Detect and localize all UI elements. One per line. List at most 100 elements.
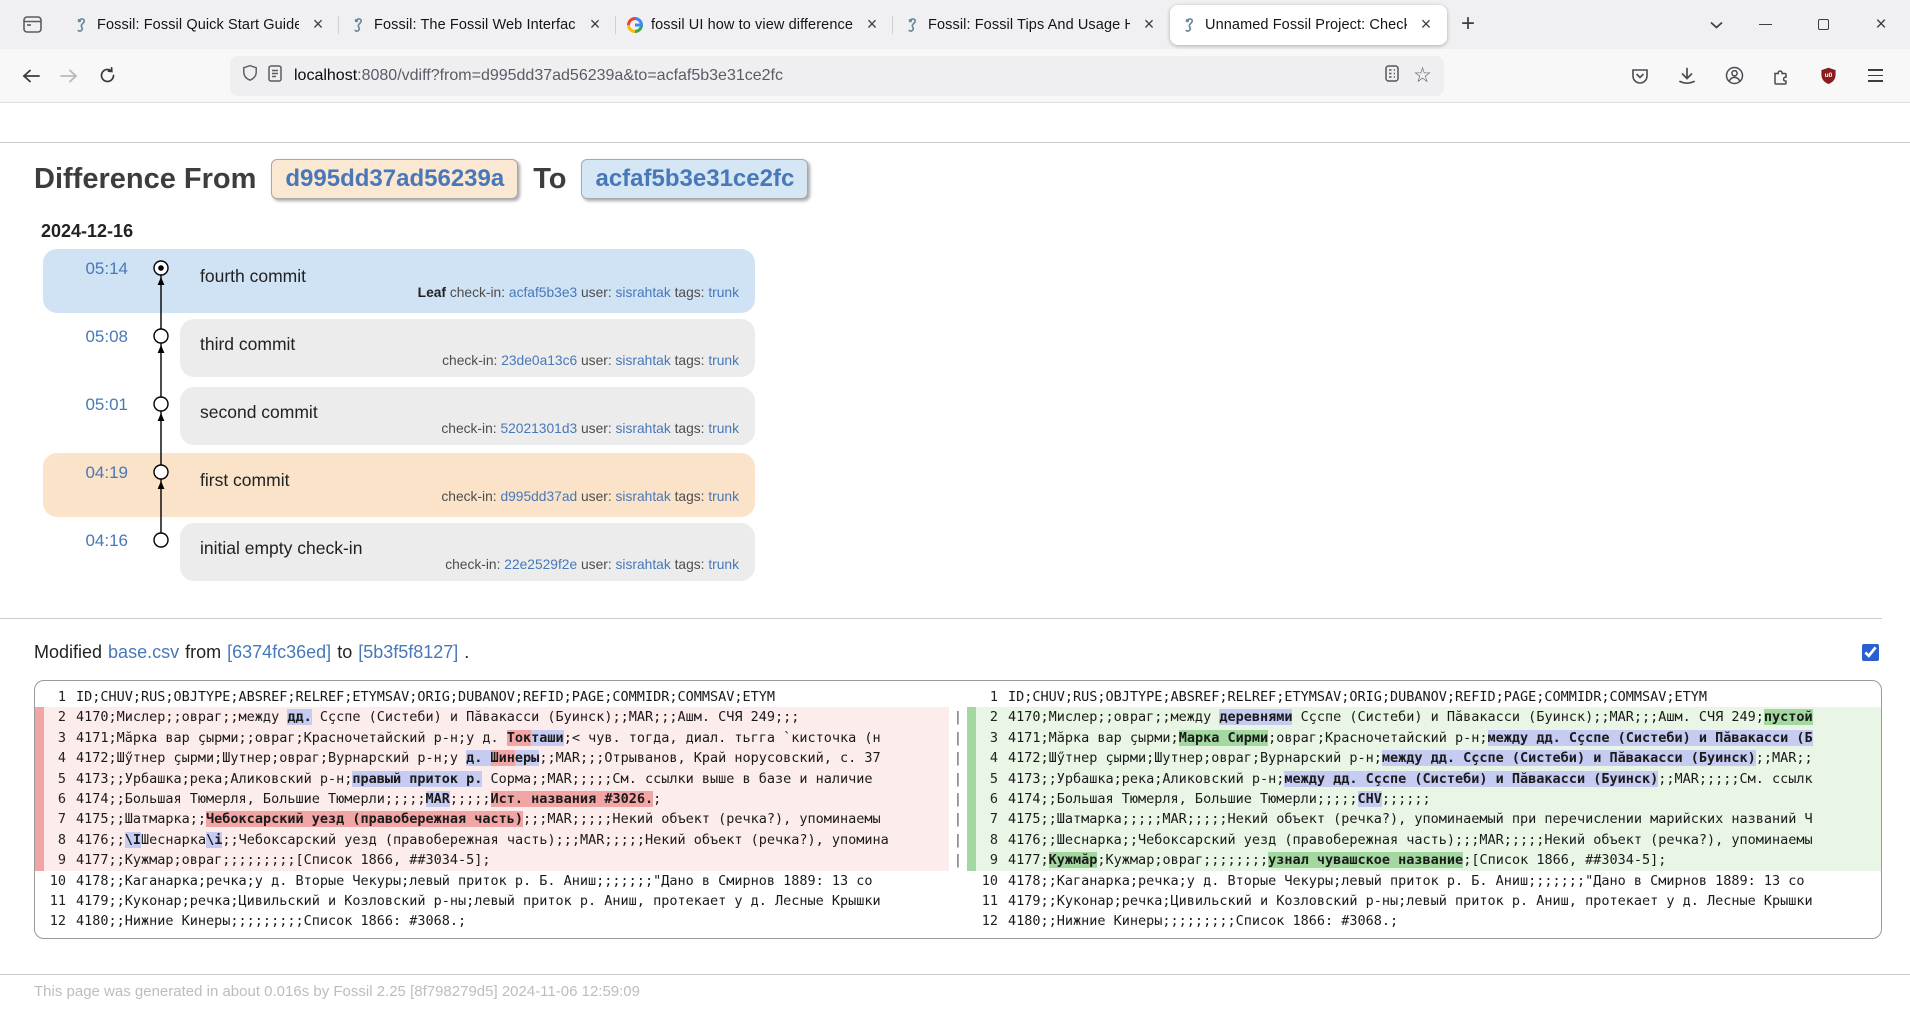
tags-label: tags: bbox=[671, 421, 709, 436]
tab-close-icon[interactable]: × bbox=[861, 14, 883, 36]
section-divider bbox=[0, 618, 1882, 619]
tag-link[interactable]: trunk bbox=[708, 557, 739, 572]
browser-tab-4[interactable]: Fossil: Fossil Tips And Usage Hi× bbox=[893, 5, 1170, 45]
from-hash-link[interactable]: d995dd37ad56239a bbox=[271, 159, 518, 199]
commit-detail: check-in: 22e2529f2e user: sisrahtak tag… bbox=[445, 557, 739, 572]
diff-left-line-9: 94177;;Кужмар;овраг;;;;;;;;;[Список 1866… bbox=[35, 850, 949, 870]
modified-to-word: to bbox=[337, 642, 352, 663]
commit-comment: first commit bbox=[200, 470, 289, 491]
checkin-hash-link[interactable]: 23de0a13c6 bbox=[501, 353, 577, 368]
heading-to-label: To bbox=[533, 163, 566, 196]
leaf-label: Leaf bbox=[418, 285, 450, 300]
line-text: ID;CHUV;RUS;OBJTYPE;ABSREF;RELREF;ETYMSA… bbox=[1008, 687, 1881, 707]
browser-tab-3[interactable]: fossil UI how to view difference × bbox=[616, 5, 893, 45]
tab-close-icon[interactable]: × bbox=[584, 14, 606, 36]
tag-link[interactable]: trunk bbox=[708, 421, 739, 436]
firefox-view-icon[interactable] bbox=[14, 7, 50, 43]
reload-button[interactable] bbox=[88, 57, 126, 95]
new-tab-button[interactable]: + bbox=[1449, 7, 1487, 43]
modified-from-ref-link[interactable]: [6374fc36ed] bbox=[227, 642, 331, 663]
checkin-hash-link[interactable]: 52021301d3 bbox=[500, 421, 577, 436]
tab-close-icon[interactable]: × bbox=[1138, 14, 1160, 36]
diff-left-line-1: 1ID;CHUV;RUS;OBJTYPE;ABSREF;RELREF;ETYMS… bbox=[35, 687, 949, 707]
pocket-icon[interactable] bbox=[1621, 57, 1659, 95]
download-icon[interactable] bbox=[1668, 57, 1706, 95]
timeline-graph[interactable] bbox=[142, 248, 180, 588]
user-label: user: bbox=[577, 353, 615, 368]
list-all-tabs-chevron-icon[interactable] bbox=[1696, 7, 1736, 43]
page-info-icon[interactable] bbox=[268, 65, 282, 87]
url-bar[interactable]: localhost:8080/vdiff?from=d995dd37ad5623… bbox=[230, 56, 1444, 96]
diff-left-pane: 1ID;CHUV;RUS;OBJTYPE;ABSREF;RELREF;ETYMS… bbox=[35, 687, 949, 932]
timeline-row-1: 05:14fourth commitLeaf check-in: acfaf5b… bbox=[37, 248, 1910, 316]
modified-suffix: . bbox=[464, 642, 469, 663]
bookmark-star-icon[interactable]: ☆ bbox=[1413, 63, 1432, 88]
diff-view: 1 ID;CHUV;RUS;OBJTYPE;ABSREF;RELREF;ETYMS… bbox=[34, 680, 1882, 939]
timeline-time-link[interactable]: 05:01 bbox=[37, 384, 142, 452]
checkin-hash-link[interactable]: acfaf5b3e3 bbox=[509, 285, 577, 300]
user-link[interactable]: sisrahtak bbox=[616, 353, 671, 368]
browser-tab-5[interactable]: Unnamed Fossil Project: Check-× bbox=[1170, 5, 1447, 45]
tag-link[interactable]: trunk bbox=[708, 285, 739, 300]
minimize-button[interactable] bbox=[1736, 0, 1794, 49]
checkin-hash-link[interactable]: 22e2529f2e bbox=[504, 557, 577, 572]
diff-left-line-11: 114179;;Куконар;речка;Цивильский и Козло… bbox=[35, 891, 949, 911]
checkin-hash-link[interactable]: d995dd37ad bbox=[500, 489, 577, 504]
modified-from-word: from bbox=[185, 642, 221, 663]
timeline-time-link[interactable]: 04:16 bbox=[37, 520, 142, 588]
user-link[interactable]: sisrahtak bbox=[616, 421, 671, 436]
maximize-button[interactable] bbox=[1794, 0, 1852, 49]
tracking-protection-shield-icon[interactable] bbox=[242, 64, 258, 87]
extensions-puzzle-icon[interactable] bbox=[1762, 57, 1800, 95]
timeline-time-link[interactable]: 04:19 bbox=[37, 452, 142, 520]
google-favicon-icon bbox=[626, 16, 643, 33]
sbs-diff-checkbox[interactable] bbox=[1862, 644, 1879, 661]
url-text[interactable]: localhost:8080/vdiff?from=d995dd37ad5623… bbox=[294, 67, 1375, 85]
line-number: 12 bbox=[976, 911, 1008, 931]
modified-file-link[interactable]: base.csv bbox=[108, 642, 179, 663]
line-number: 12 bbox=[44, 911, 76, 931]
timeline-time-link[interactable]: 05:14 bbox=[37, 248, 142, 316]
line-number: 1 bbox=[44, 687, 76, 707]
close-window-button[interactable]: × bbox=[1852, 0, 1910, 49]
line-number: 8 bbox=[44, 830, 76, 850]
diff-left-line-12: 124180;;Нижние Кинеры;;;;;;;;;Список 186… bbox=[35, 911, 949, 931]
account-icon[interactable] bbox=[1715, 57, 1753, 95]
line-text: 4177;;Кужмар;овраг;;;;;;;;;[Список 1866,… bbox=[76, 850, 949, 870]
forward-button[interactable] bbox=[50, 57, 88, 95]
tab-title: fossil UI how to view difference bbox=[651, 17, 853, 33]
line-number: 3 bbox=[44, 728, 76, 748]
diff-change-markers: |||||||| bbox=[949, 687, 967, 932]
user-link[interactable]: sisrahtak bbox=[616, 557, 671, 572]
fossil-favicon-icon bbox=[72, 16, 89, 33]
tag-link[interactable]: trunk bbox=[708, 489, 739, 504]
tab-close-icon[interactable]: × bbox=[307, 14, 329, 36]
user-link[interactable]: sisrahtak bbox=[616, 489, 671, 504]
line-number: 7 bbox=[44, 809, 76, 829]
tab-close-icon[interactable]: × bbox=[1415, 14, 1437, 36]
line-text: 4173;;Урбашка;река;Аликовский р-н;между … bbox=[1008, 769, 1881, 789]
reader-view-icon[interactable] bbox=[1385, 65, 1399, 87]
line-number: 9 bbox=[44, 850, 76, 870]
diff-left-line-10: 104178;;Каганарка;речка;у д. Вторые Чеку… bbox=[35, 871, 949, 891]
commit-comment: initial empty check-in bbox=[200, 538, 362, 559]
line-text: 4173;;Урбашка;река;Аликовский р-н;правый… bbox=[76, 769, 949, 789]
maximize-icon bbox=[1818, 19, 1829, 30]
timeline-comment-bubble: initial empty check-in check-in: 22e2529f… bbox=[180, 523, 755, 581]
diff-left-line-3: 34171;Мăрка вар ҫырми;;овраг;Красночетай… bbox=[35, 728, 949, 748]
browser-tab-2[interactable]: Fossil: The Fossil Web Interface× bbox=[339, 5, 616, 45]
diff-right-line-2: 24170;Мислер;;овраг;;между деревнями Сҫс… bbox=[967, 707, 1881, 727]
user-link[interactable]: sisrahtak bbox=[616, 285, 671, 300]
timeline-time-link[interactable]: 05:08 bbox=[37, 316, 142, 384]
browser-tab-1[interactable]: Fossil: Fossil Quick Start Guide× bbox=[62, 5, 339, 45]
to-hash-link[interactable]: acfaf5b3e31ce2fc bbox=[581, 159, 808, 199]
browser-tab-bar: Fossil: Fossil Quick Start Guide×Fossil:… bbox=[0, 0, 1910, 49]
line-text: 4174;;Большая Тюмерля, Большие Тюмерли;;… bbox=[76, 789, 949, 809]
user-label: user: bbox=[577, 285, 615, 300]
modified-to-ref-link[interactable]: [5b3f5f8127] bbox=[358, 642, 458, 663]
diff-right-line-8: 84176;;Шеснарка;;Чебоксарский уезд (прав… bbox=[967, 830, 1881, 850]
back-button[interactable] bbox=[12, 57, 50, 95]
ublock-origin-icon[interactable]: u0 bbox=[1809, 57, 1847, 95]
tag-link[interactable]: trunk bbox=[708, 353, 739, 368]
menu-hamburger-icon[interactable] bbox=[1856, 57, 1894, 95]
